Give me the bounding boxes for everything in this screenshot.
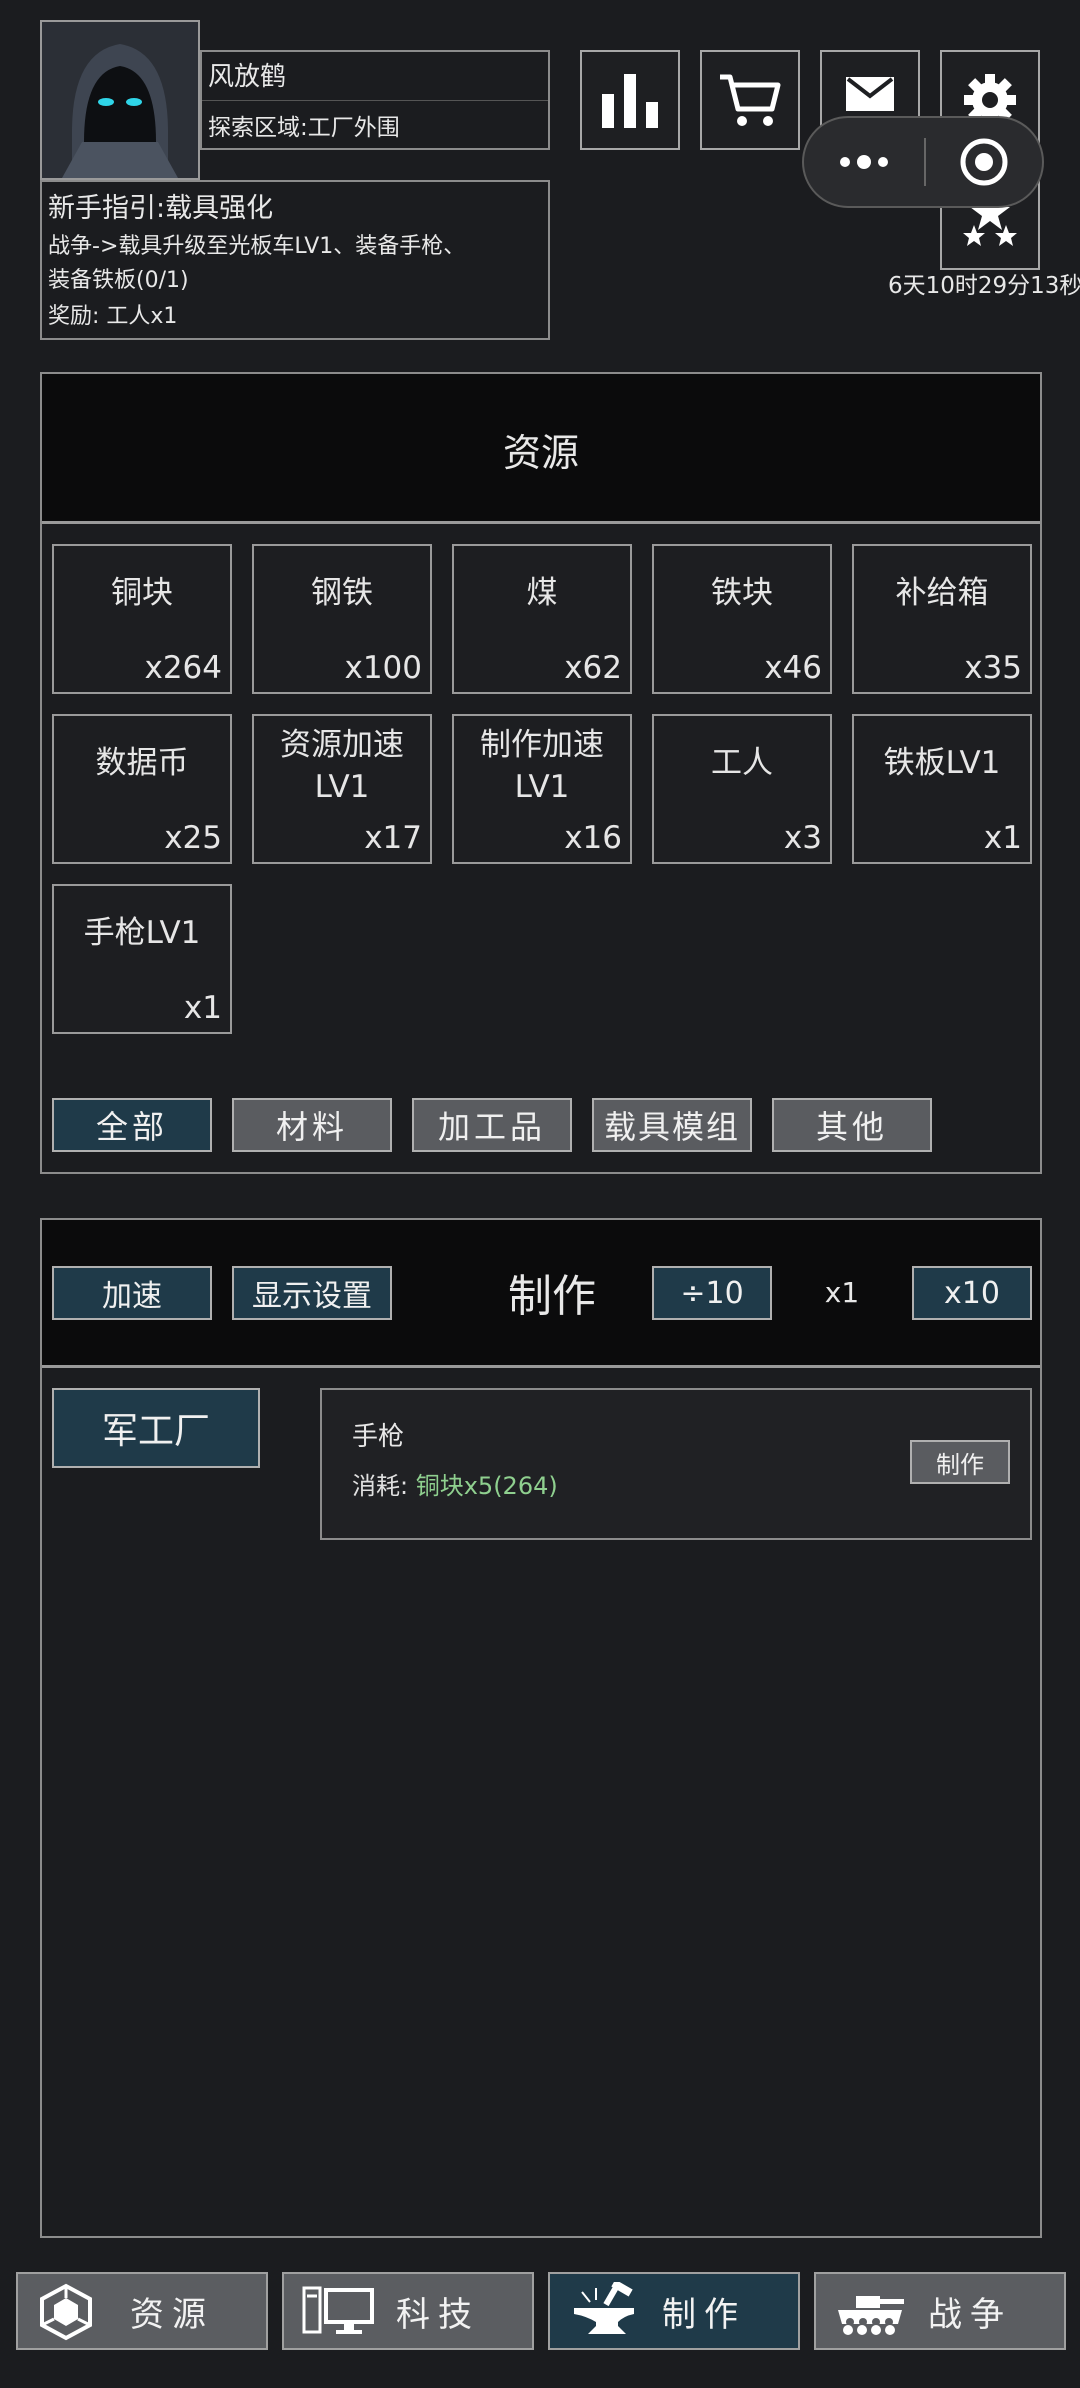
- resource-item[interactable]: 钢铁 x100: [252, 544, 432, 694]
- target-icon: [960, 138, 1008, 186]
- multiplier-value: x1: [824, 1276, 860, 1309]
- speed-up-button[interactable]: 加速: [52, 1266, 212, 1320]
- countdown-timer: 6天10时29分13秒: [888, 273, 1080, 299]
- filter-materials-button[interactable]: 材料: [232, 1098, 392, 1152]
- guide-panel[interactable]: 新手指引:载具强化 战争->载具升级至光板车LV1、装备手枪、 装备铁板(0/1…: [40, 180, 550, 340]
- resource-item[interactable]: 铁板LV1 x1: [852, 714, 1032, 864]
- cost-value: 铜块x5(264): [415, 1472, 558, 1500]
- resource-item-name: 铁块: [711, 575, 773, 611]
- nav-war[interactable]: 战争: [814, 2272, 1066, 2350]
- resource-item-count: x25: [164, 820, 222, 856]
- craft-header: 加速 显示设置 制作 ÷10 x1 x10: [42, 1220, 1040, 1368]
- resource-item[interactable]: 数据币 x25: [52, 714, 232, 864]
- resource-item-count: x16: [564, 820, 622, 856]
- resource-item-count: x3: [783, 820, 822, 856]
- display-settings-button[interactable]: 显示设置: [232, 1266, 392, 1320]
- factory-tab-military[interactable]: 军工厂: [52, 1388, 260, 1468]
- filter-vehicle-modules-button[interactable]: 载具模组: [592, 1098, 752, 1152]
- resource-item-name: 铜块: [111, 575, 173, 611]
- resource-item-count: x100: [344, 650, 422, 686]
- resource-item-name: 资源加速 LV1: [280, 727, 404, 805]
- close-miniapp-button[interactable]: [926, 118, 1042, 206]
- resource-item-name: 工人: [711, 745, 773, 781]
- resource-item-name: 补给箱: [895, 575, 989, 611]
- cost-label: 消耗:: [352, 1472, 416, 1500]
- resource-item-count: x46: [764, 650, 822, 686]
- guide-title: 新手指引:载具强化: [48, 193, 274, 224]
- resource-item[interactable]: 铜块 x264: [52, 544, 232, 694]
- bar-chart-icon: [602, 74, 658, 128]
- resource-item[interactable]: 制作加速 LV1 x16: [452, 714, 632, 864]
- nav-tech-label: 科技: [396, 2294, 480, 2335]
- resources-header: 资源: [42, 374, 1040, 524]
- filter-all-button[interactable]: 全部: [52, 1098, 212, 1152]
- resource-item-count: x264: [144, 650, 222, 686]
- resource-item-name: 铁板LV1: [883, 745, 1001, 781]
- explore-area: 探索区域:工厂外围: [208, 115, 400, 141]
- nav-war-label: 战争: [928, 2294, 1012, 2335]
- nav-resources[interactable]: 资源: [16, 2272, 268, 2350]
- nav-craft-label: 制作: [662, 2294, 746, 2335]
- player-info-panel: 风放鹤 探索区域:工厂外围: [200, 50, 550, 150]
- resources-title: 资源: [502, 431, 579, 475]
- cart-icon: [720, 74, 781, 126]
- divide-ten-button[interactable]: ÷10: [652, 1266, 772, 1320]
- resource-item[interactable]: 煤 x62: [452, 544, 632, 694]
- resource-item-count: x62: [564, 650, 622, 686]
- stats-button[interactable]: [580, 50, 680, 150]
- resource-item-count: x1: [183, 990, 222, 1026]
- resource-item-count: x35: [964, 650, 1022, 686]
- capsule-menu: [802, 116, 1044, 208]
- resource-item-name: 煤: [526, 575, 558, 611]
- resource-item[interactable]: 铁块 x46: [652, 544, 832, 694]
- craft-title: 制作: [508, 1271, 596, 1322]
- craft-panel: 加速 显示设置 制作 ÷10 x1 x10 军工厂 手枪 消耗: 铜块x5(26…: [40, 1218, 1042, 2238]
- craft-button[interactable]: 制作: [910, 1440, 1010, 1484]
- filter-other-button[interactable]: 其他: [772, 1098, 932, 1152]
- resources-panel: 资源 铜块 x264 钢铁 x100 煤 x62 铁块 x46 补给箱 x35 数据币 x25 资源加速…: [40, 372, 1042, 1174]
- more-dots-icon: [840, 155, 888, 169]
- guide-line-2: 装备铁板(0/1): [48, 268, 189, 293]
- recipe-name: 手枪: [352, 1422, 405, 1452]
- resource-item-name: 制作加速 LV1: [480, 727, 604, 805]
- resource-item-count: x1: [983, 820, 1022, 856]
- resource-item-name: 钢铁: [311, 575, 373, 611]
- resource-item[interactable]: 工人 x3: [652, 714, 832, 864]
- resource-item[interactable]: 手枪LV1 x1: [52, 884, 232, 1034]
- avatar[interactable]: [40, 20, 200, 180]
- nav-resources-label: 资源: [130, 2294, 214, 2335]
- filter-processed-button[interactable]: 加工品: [412, 1098, 572, 1152]
- player-name: 风放鹤: [208, 62, 287, 92]
- resource-item-name: 手枪LV1: [83, 915, 201, 951]
- guide-line-1: 战争->载具升级至光板车LV1、装备手枪、: [48, 234, 466, 259]
- multiply-ten-button[interactable]: x10: [912, 1266, 1032, 1320]
- resource-item[interactable]: 补给箱 x35: [852, 544, 1032, 694]
- nav-tech[interactable]: 科技: [282, 2272, 534, 2350]
- recipe-cost: 消耗: 铜块x5(264): [352, 1466, 558, 1501]
- nav-craft[interactable]: 制作: [548, 2272, 800, 2350]
- resource-item-name: 数据币: [95, 745, 189, 781]
- mail-icon: [846, 77, 894, 111]
- more-options-button[interactable]: [804, 118, 924, 206]
- guide-reward: 奖励: 工人x1: [48, 304, 178, 329]
- resource-item-count: x17: [364, 820, 422, 856]
- recipe-card: 手枪 消耗: 铜块x5(264) 制作: [320, 1388, 1032, 1540]
- shop-button[interactable]: [700, 50, 800, 150]
- resource-item[interactable]: 资源加速 LV1 x17: [252, 714, 432, 864]
